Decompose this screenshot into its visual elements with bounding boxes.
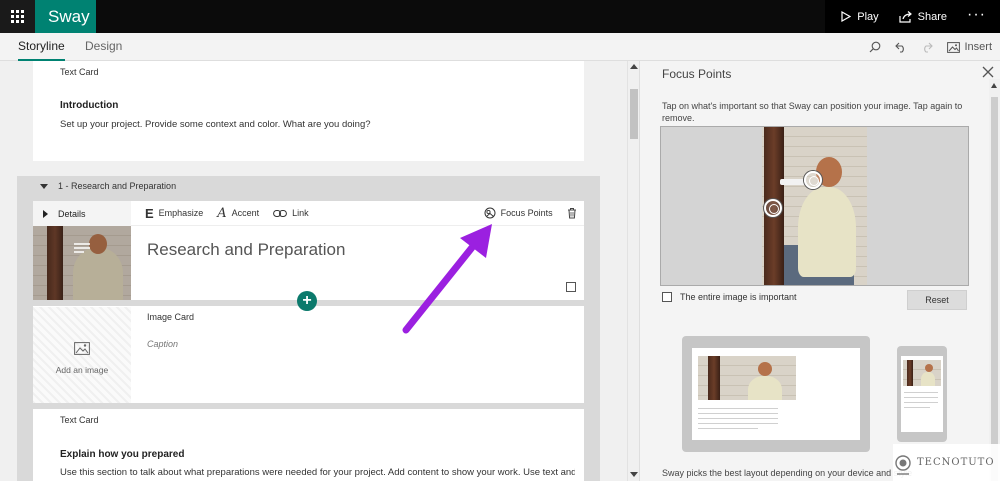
link-label: Link bbox=[292, 208, 309, 218]
collapse-icon bbox=[40, 183, 48, 189]
link-button[interactable]: Link bbox=[273, 208, 309, 218]
focus-points-label: Focus Points bbox=[500, 208, 553, 218]
tab-bar: Storyline Design Insert bbox=[0, 33, 1000, 61]
entire-image-label: The entire image is important bbox=[680, 292, 797, 302]
add-card-button[interactable]: + bbox=[297, 291, 317, 311]
focus-preview-area[interactable] bbox=[660, 126, 969, 286]
focus-points-panel: Focus Points Tap on what's important so … bbox=[639, 61, 1000, 481]
accent-button[interactable]: A Accent bbox=[217, 206, 259, 221]
add-image-label: Add an image bbox=[55, 365, 109, 375]
details-label: Details bbox=[58, 209, 86, 219]
card-type-label: Text Card bbox=[60, 67, 99, 77]
waffle-icon bbox=[11, 10, 24, 23]
details-toggle[interactable]: Details bbox=[33, 201, 131, 226]
card-toolbar: E Emphasize A Accent Link Focus Points bbox=[131, 201, 584, 226]
heading-text[interactable]: Research and Preparation bbox=[147, 240, 345, 260]
redo-icon bbox=[924, 42, 934, 53]
share-icon bbox=[899, 10, 912, 23]
share-button[interactable]: Share bbox=[889, 0, 957, 33]
focus-points-icon bbox=[484, 207, 496, 219]
add-image-slot[interactable]: Add an image bbox=[33, 307, 131, 403]
scroll-up-icon[interactable] bbox=[630, 64, 638, 69]
annotation-arrow bbox=[402, 224, 492, 334]
scroll-up-icon[interactable] bbox=[991, 83, 997, 88]
card-heading[interactable]: Explain how you prepared bbox=[60, 449, 184, 460]
top-bar: Sway Play Share ··· bbox=[0, 0, 1000, 33]
storyline-scrollbar[interactable] bbox=[627, 61, 639, 481]
delete-card-button[interactable] bbox=[567, 207, 577, 219]
focus-point-marker[interactable] bbox=[804, 171, 822, 189]
play-icon bbox=[841, 11, 852, 22]
mobile-preview bbox=[897, 346, 947, 442]
section-header[interactable]: 1 - Research and Preparation bbox=[40, 181, 176, 191]
accent-label: Accent bbox=[231, 208, 260, 218]
app-brand[interactable]: Sway bbox=[35, 0, 96, 33]
toolbar-icons: Insert bbox=[855, 33, 992, 61]
card-type-label: Text Card bbox=[60, 415, 99, 425]
panel-description: Tap on what's important so that Sway can… bbox=[662, 101, 963, 123]
card-type-label: Image Card bbox=[147, 312, 195, 322]
insert-label: Insert bbox=[964, 41, 992, 53]
tab-storyline[interactable]: Storyline bbox=[18, 33, 65, 61]
share-label: Share bbox=[917, 10, 948, 23]
storyline-canvas: Text Card Introduction Set up your proje… bbox=[0, 61, 627, 481]
panel-footer-text: Sway picks the best layout depending on … bbox=[662, 468, 913, 478]
redo-button[interactable] bbox=[921, 42, 934, 53]
undo-button[interactable] bbox=[895, 42, 907, 53]
link-icon bbox=[273, 209, 288, 217]
close-icon bbox=[982, 66, 994, 78]
trash-icon bbox=[567, 208, 576, 219]
text-card[interactable]: Text Card Explain how you prepared Use t… bbox=[33, 409, 584, 481]
focus-preview-photo[interactable] bbox=[762, 127, 867, 285]
desktop-preview bbox=[682, 336, 870, 452]
image-placeholder-icon bbox=[74, 342, 90, 355]
watermark-logo-icon bbox=[895, 454, 911, 475]
card-body-text[interactable]: Use this section to talk about what prep… bbox=[60, 467, 575, 478]
select-card-checkbox[interactable] bbox=[566, 282, 576, 292]
emphasize-icon: E bbox=[145, 205, 154, 221]
scroll-down-icon[interactable] bbox=[630, 472, 638, 477]
emphasize-label: Emphasize bbox=[158, 208, 204, 218]
watermark-text: TECNOTUTO bbox=[917, 457, 995, 468]
app-launcher-button[interactable] bbox=[0, 0, 35, 33]
insert-image-icon bbox=[947, 41, 961, 53]
text-overlay-icon bbox=[74, 243, 90, 253]
panel-scrollbar[interactable] bbox=[989, 79, 1000, 481]
play-label: Play bbox=[857, 10, 879, 23]
emphasize-button[interactable]: E Emphasize bbox=[145, 206, 203, 221]
more-options-button[interactable]: ··· bbox=[957, 0, 1000, 33]
expand-icon bbox=[43, 210, 48, 218]
caption-field[interactable]: Caption bbox=[147, 339, 178, 349]
card-body-text[interactable]: Set up your project. Provide some contex… bbox=[60, 119, 371, 130]
scrollbar-thumb[interactable] bbox=[630, 89, 638, 139]
focus-points-button[interactable]: Focus Points bbox=[484, 207, 553, 219]
search-button[interactable] bbox=[869, 41, 881, 53]
scrollbar-thumb[interactable] bbox=[991, 97, 998, 481]
insert-button[interactable]: Insert bbox=[947, 41, 992, 53]
accent-icon: A bbox=[217, 205, 227, 221]
top-actions: Play Share ··· bbox=[825, 0, 1000, 33]
heading-thumbnail bbox=[33, 226, 131, 300]
search-icon bbox=[870, 41, 881, 53]
intro-text-card[interactable]: Text Card Introduction Set up your proje… bbox=[33, 61, 584, 161]
reset-button[interactable]: Reset bbox=[907, 290, 967, 310]
watermark: TECNOTUTO bbox=[893, 444, 1000, 481]
entire-image-checkbox[interactable] bbox=[662, 292, 672, 302]
focus-point-marker[interactable] bbox=[764, 199, 782, 217]
panel-title: Focus Points bbox=[662, 67, 732, 81]
tab-design[interactable]: Design bbox=[85, 33, 122, 61]
undo-icon bbox=[895, 42, 905, 53]
play-button[interactable]: Play bbox=[831, 0, 888, 33]
section-title: 1 - Research and Preparation bbox=[58, 181, 177, 191]
card-heading[interactable]: Introduction bbox=[60, 100, 118, 111]
